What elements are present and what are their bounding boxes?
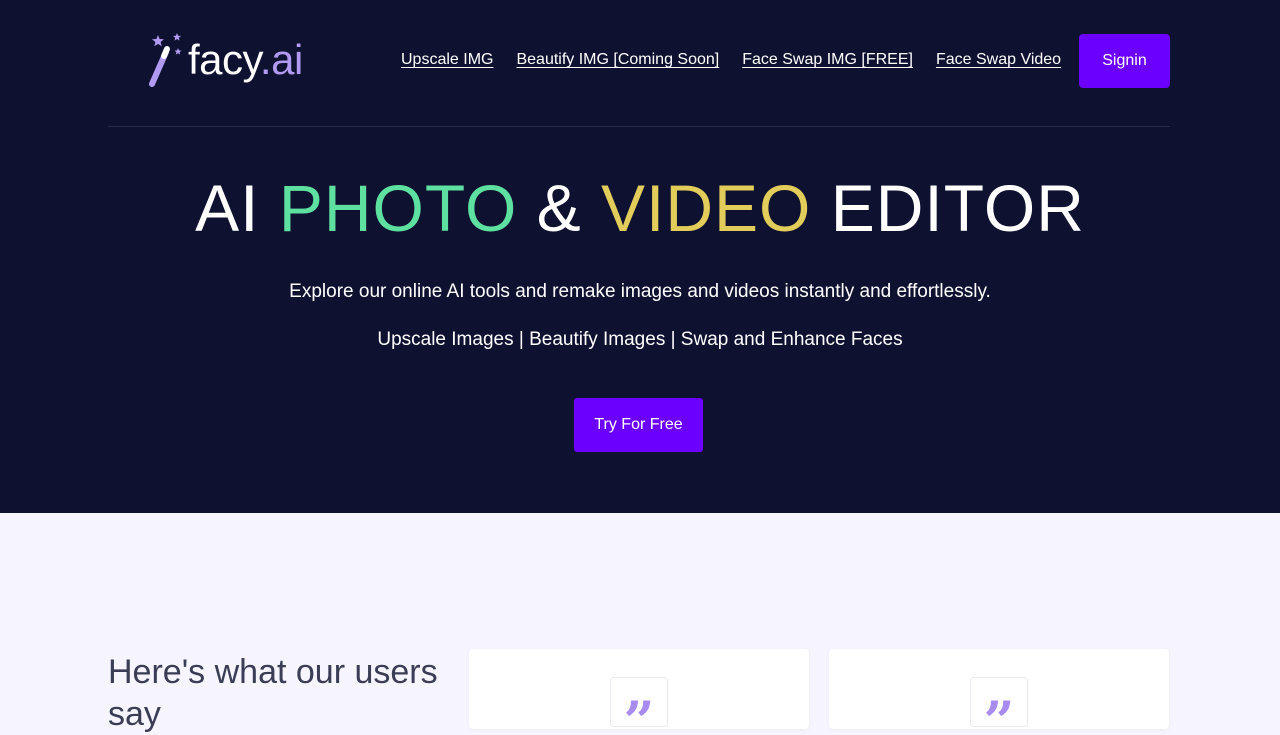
- testimonial-card: ”: [829, 649, 1169, 729]
- nav-links: Upscale IMG Beautify IMG [Coming Soon] F…: [401, 51, 1084, 69]
- title-part-video: VIDEO: [601, 171, 812, 245]
- try-for-free-button[interactable]: Try For Free: [574, 398, 703, 452]
- hero-title: AI PHOTO & VIDEO EDITOR: [0, 170, 1280, 246]
- logo-text: facy.ai: [188, 36, 303, 84]
- title-part-ai: AI: [195, 171, 279, 245]
- logo[interactable]: facy.ai: [146, 30, 303, 90]
- quote-glyph: ”: [623, 689, 655, 727]
- nav-link-face-swap-video[interactable]: Face Swap Video: [936, 51, 1061, 69]
- logo-name: facy: [188, 36, 260, 83]
- nav-link-beautify-img[interactable]: Beautify IMG [Coming Soon]: [516, 51, 719, 69]
- title-part-and: &: [517, 171, 601, 245]
- nav-link-upscale-img[interactable]: Upscale IMG: [401, 51, 493, 69]
- nav-link-face-swap-img[interactable]: Face Swap IMG [FREE]: [742, 51, 913, 69]
- magic-wand-icon: [149, 33, 182, 87]
- title-part-photo: PHOTO: [278, 171, 518, 245]
- testimonials-heading: Here's what our users say: [108, 653, 438, 733]
- hero-features: Upscale Images | Beautify Images | Swap …: [377, 329, 903, 350]
- hero-section: facy.ai Upscale IMG Beautify IMG [Coming…: [0, 0, 1280, 513]
- quote-glyph: ”: [983, 689, 1015, 727]
- logo-suffix: .ai: [259, 36, 303, 83]
- title-part-editor: EDITOR: [811, 171, 1085, 245]
- signin-button[interactable]: Signin: [1079, 34, 1170, 88]
- navbar: facy.ai Upscale IMG Beautify IMG [Coming…: [108, 0, 1170, 127]
- testimonial-card: ”: [469, 649, 809, 729]
- testimonials-section: Here's what our users say ” ”: [0, 513, 1280, 733]
- hero-subtitle: Explore our online AI tools and remake i…: [289, 281, 991, 302]
